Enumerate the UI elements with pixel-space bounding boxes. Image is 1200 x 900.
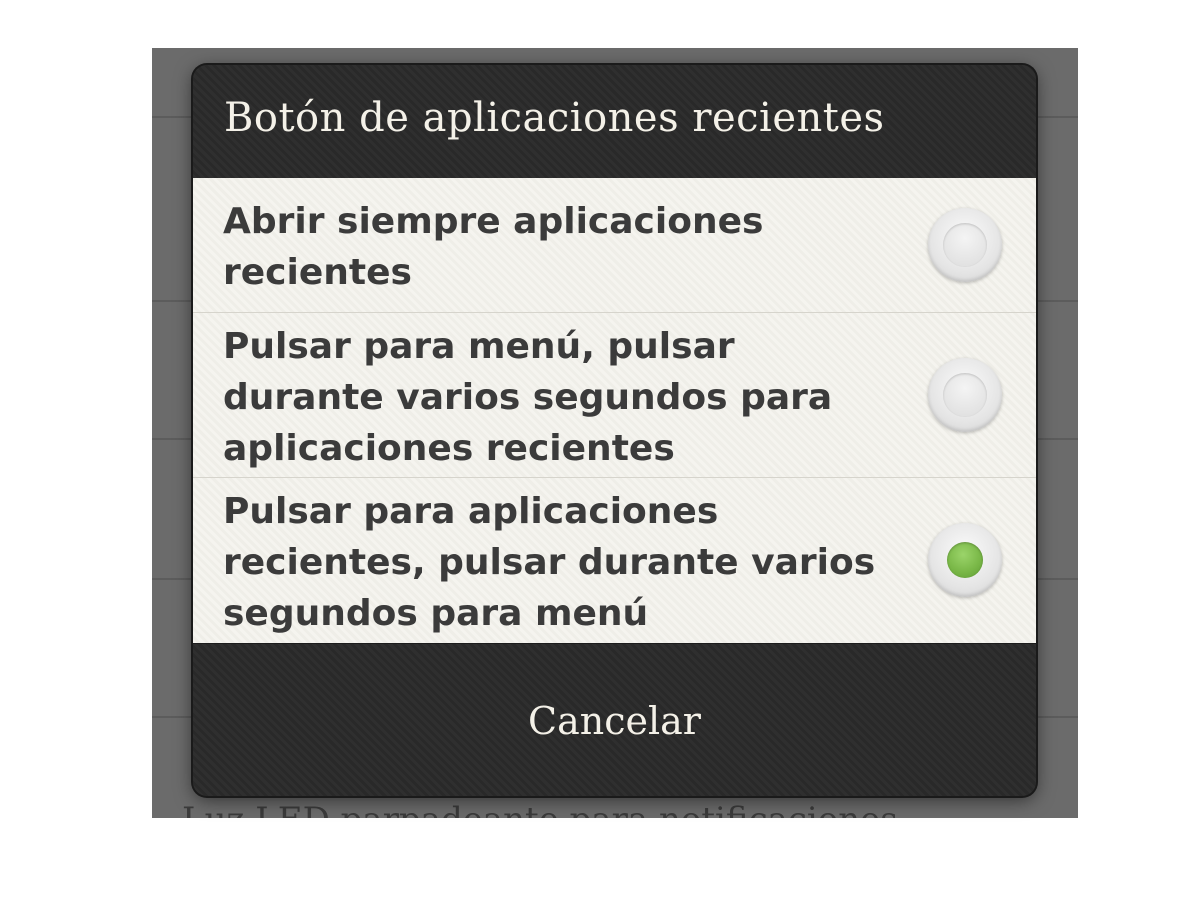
dialog-footer: Cancelar <box>193 643 1036 796</box>
cancel-button[interactable]: Cancelar <box>193 644 1036 796</box>
dialog-header: Botón de aplicaciones recientes <box>193 65 1036 178</box>
radio-button[interactable] <box>928 358 1002 432</box>
option-always-recent-apps[interactable]: Abrir siempre aplicaciones recientes <box>193 178 1036 313</box>
radio-unselected-icon <box>943 373 987 417</box>
radio-unselected-icon <box>943 223 987 267</box>
option-label: Abrir siempre aplicaciones recientes <box>223 201 764 293</box>
option-label: Pulsar para aplicaciones recientes, puls… <box>223 491 876 634</box>
radio-selected-icon <box>947 542 983 578</box>
radio-button[interactable] <box>928 523 1002 597</box>
background-setting-label: Luz LED parpadeante para notificaciones <box>182 800 898 818</box>
dialog-title: Botón de aplicaciones recientes <box>224 95 885 141</box>
recent-apps-button-dialog: Botón de aplicaciones recientes Abrir si… <box>193 65 1036 796</box>
option-label: Pulsar para menú, pulsar durante varios … <box>223 326 833 469</box>
radio-button[interactable] <box>928 208 1002 282</box>
options-list: Abrir siempre aplicaciones recientes Pul… <box>193 178 1036 643</box>
option-tap-recent-hold-menu[interactable]: Pulsar para aplicaciones recientes, puls… <box>193 478 1036 643</box>
option-tap-menu-hold-recent[interactable]: Pulsar para menú, pulsar durante varios … <box>193 313 1036 478</box>
